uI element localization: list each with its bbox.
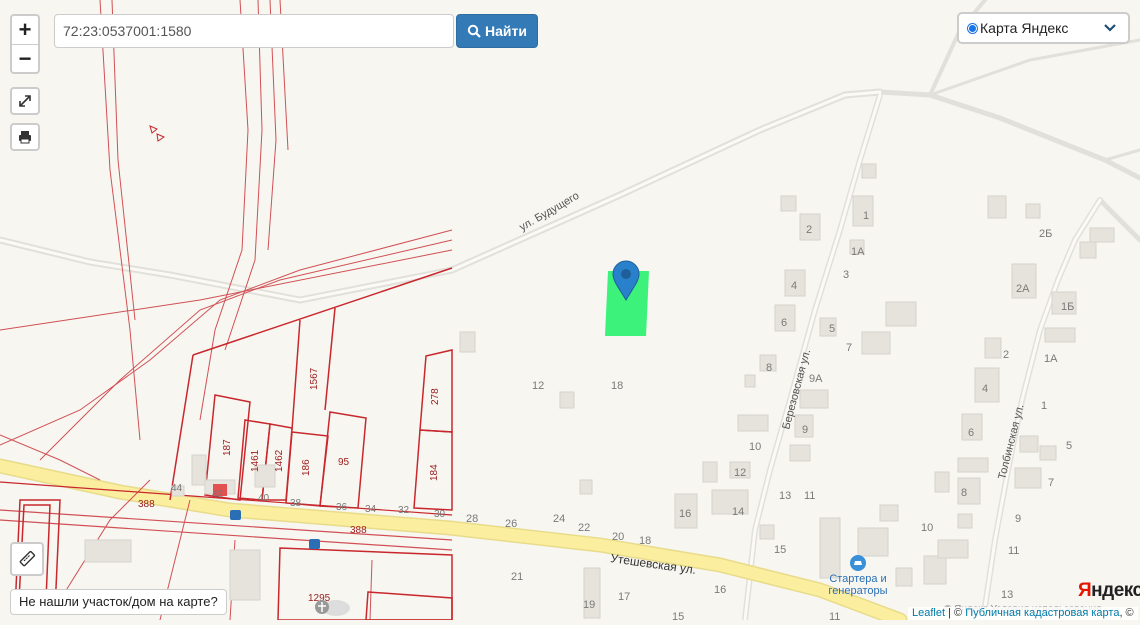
house-number: 2 bbox=[806, 224, 812, 236]
house-number: 20 bbox=[612, 531, 624, 543]
map-svg: ул. Будущего Березовская ул. Толбинская … bbox=[0, 0, 1140, 625]
cadastre-label: 1567 bbox=[309, 367, 320, 390]
house-number: 22 bbox=[578, 522, 590, 534]
cadastre-label: 278 bbox=[430, 388, 441, 405]
house-number: 9 bbox=[1015, 513, 1021, 525]
yandex-logo-first-letter: Я bbox=[1078, 580, 1092, 601]
map-layer-select[interactable]: Карта Яндекс bbox=[957, 12, 1130, 44]
expand-icon bbox=[19, 95, 31, 107]
chevron-down-icon bbox=[1104, 24, 1116, 32]
zoom-out-button[interactable]: − bbox=[12, 45, 38, 72]
cadastre-label: 388 bbox=[138, 499, 155, 510]
house-number: 16 bbox=[679, 508, 691, 520]
measure-button[interactable] bbox=[10, 542, 44, 576]
house-number: 10 bbox=[921, 522, 933, 534]
search-input[interactable]: 72:23:0537001:1580 bbox=[54, 14, 454, 48]
house-number: 24 bbox=[553, 513, 565, 525]
search-button-label: Найти bbox=[485, 23, 527, 39]
cadastre-label: 95 bbox=[338, 457, 350, 468]
house-number: 11 bbox=[829, 611, 840, 620]
house-number: 7 bbox=[846, 342, 852, 354]
house-number: 13 bbox=[779, 490, 791, 502]
house-number: 18 bbox=[639, 535, 651, 547]
house-number: 4 bbox=[791, 280, 797, 292]
ruler-icon bbox=[19, 550, 36, 567]
cadastre-small-number: 40 bbox=[258, 493, 270, 504]
house-number: 12 bbox=[734, 467, 746, 479]
house-number: 9А bbox=[809, 373, 823, 385]
house-number: 28 bbox=[466, 513, 478, 525]
not-found-help-button[interactable]: Не нашли участок/дом на карте? bbox=[10, 589, 227, 615]
house-number: 14 bbox=[732, 506, 744, 518]
map-canvas[interactable]: ул. Будущего Березовская ул. Толбинская … bbox=[0, 0, 1140, 625]
house-number: 1А bbox=[851, 246, 865, 258]
attribution-suffix: , © bbox=[1119, 607, 1134, 619]
cadastre-small-number: 44 bbox=[171, 483, 183, 494]
cadastre-small-number: 32 bbox=[398, 505, 410, 516]
house-number: 2 bbox=[1003, 349, 1009, 361]
house-number: 12 bbox=[532, 380, 544, 392]
cemetery-icon bbox=[315, 600, 350, 616]
house-number: 9 bbox=[802, 424, 808, 436]
house-number: 13 bbox=[1001, 589, 1013, 601]
house-number: 10 bbox=[749, 441, 761, 453]
cadastre-label: 187 bbox=[222, 439, 233, 456]
cadastre-link[interactable]: Публичная кадастровая карта bbox=[965, 607, 1119, 619]
house-number: 19 bbox=[583, 599, 595, 611]
house-number: 18 bbox=[611, 380, 623, 392]
fullscreen-button[interactable] bbox=[10, 87, 40, 115]
yandex-logo-rest: ндекс bbox=[1091, 580, 1140, 601]
house-number: 2Б bbox=[1039, 228, 1052, 240]
house-number: 1Б bbox=[1061, 301, 1074, 313]
cadastre-small-number: 34 bbox=[365, 504, 377, 515]
cadastre-label: 1462 bbox=[274, 449, 285, 472]
house-number: 6 bbox=[781, 317, 787, 329]
zoom-control: + − bbox=[10, 14, 40, 74]
house-number: 15 bbox=[672, 611, 684, 620]
attribution: Leaflet | © Публичная кадастровая карта,… bbox=[908, 607, 1138, 620]
cadastre-label: 186 bbox=[301, 459, 312, 476]
house-number: 21 bbox=[511, 571, 523, 583]
cadastre-small-number: 36 bbox=[336, 502, 348, 513]
yandex-logo[interactable]: Яндекс bbox=[1078, 580, 1140, 602]
house-number: 26 bbox=[505, 518, 517, 530]
house-number: 15 bbox=[774, 544, 786, 556]
house-number: 6 bbox=[968, 427, 974, 439]
house-number: 3 bbox=[843, 269, 849, 281]
house-number: 11 bbox=[804, 490, 815, 502]
search-icon bbox=[467, 24, 481, 38]
house-number: 16 bbox=[714, 584, 726, 596]
leaflet-link[interactable]: Leaflet bbox=[912, 607, 945, 619]
house-number: 1 bbox=[863, 210, 869, 222]
cadastre-small-number: 42 bbox=[212, 489, 224, 500]
house-number: 5 bbox=[1066, 440, 1072, 452]
house-number: 1А bbox=[1044, 353, 1058, 365]
map-layer-label: Карта Яндекс bbox=[980, 20, 1069, 36]
printer-icon bbox=[19, 131, 31, 144]
house-number: 4 bbox=[982, 383, 988, 395]
house-number: 7 bbox=[1048, 477, 1054, 489]
cadastre-label: 184 bbox=[429, 464, 440, 481]
print-button[interactable] bbox=[10, 123, 40, 151]
radio-icon bbox=[967, 22, 978, 34]
poi-label-line2: генераторы bbox=[828, 585, 887, 597]
poi-label-line1: Стартера и bbox=[829, 573, 886, 585]
house-number: 8 bbox=[766, 362, 772, 374]
house-number: 5 bbox=[829, 323, 835, 335]
house-number: 8 bbox=[961, 487, 967, 499]
house-number: 2А bbox=[1016, 283, 1030, 295]
cadastre-small-number: 30 bbox=[434, 509, 446, 520]
cadastre-label: 1461 bbox=[250, 449, 261, 472]
house-number: 11 bbox=[1008, 545, 1019, 557]
search-button[interactable]: Найти bbox=[456, 14, 538, 48]
house-number: 1 bbox=[1041, 400, 1047, 412]
cadastre-small-number: 38 bbox=[290, 498, 302, 509]
house-number: 17 bbox=[618, 591, 630, 603]
cadastre-label: 388 bbox=[350, 525, 367, 536]
zoom-in-button[interactable]: + bbox=[12, 16, 38, 45]
attribution-separator: | © bbox=[948, 607, 963, 619]
